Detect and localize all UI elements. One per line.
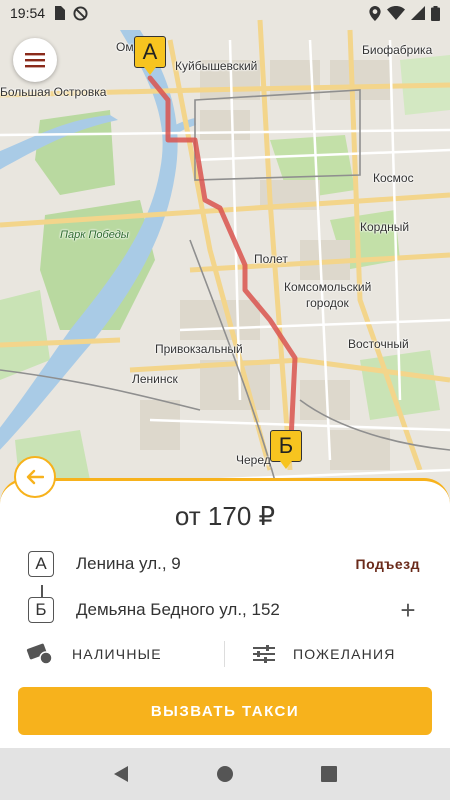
sliders-icon [253, 645, 275, 663]
map-label-chered: Черед [236, 453, 271, 467]
payment-label: НАЛИЧНЫЕ [72, 646, 162, 662]
location-icon [369, 5, 381, 21]
map-label-gorodok: городок [306, 296, 349, 310]
wishes-option[interactable]: ПОЖЕЛАНИЯ [253, 639, 396, 669]
back-button[interactable] [14, 456, 56, 498]
sim-card-icon [55, 6, 66, 20]
wifi-icon [387, 6, 405, 20]
map-label-polet: Полет [254, 252, 288, 266]
map-canvas[interactable] [0, 0, 450, 500]
pickup-row[interactable]: A Ленина ул., 9 Подъезд [28, 549, 420, 579]
no-disturb-icon [73, 5, 88, 21]
signal-icon [411, 6, 425, 20]
cash-icon [26, 643, 53, 665]
map-label-komsomolsky: Комсомольский [284, 280, 372, 294]
add-stop-button[interactable]: + [396, 595, 420, 626]
map-label-park-pobedy: Парк Победы [60, 229, 129, 241]
entrance-button[interactable]: Подъезд [356, 556, 420, 572]
map-label-omsk: Ом [116, 40, 134, 54]
arrow-left-icon [26, 469, 44, 485]
status-bar: 19:54 [0, 0, 450, 26]
map-label-kosmos: Космос [373, 171, 414, 185]
point-b-badge: Б [28, 597, 54, 623]
map-label-leninsk: Ленинск [132, 372, 178, 386]
map-label-bolshaya-ostrovka: Большая Островка [0, 85, 107, 99]
menu-button[interactable] [13, 38, 57, 82]
pickup-address[interactable]: Ленина ул., 9 [76, 554, 356, 574]
point-a-badge: A [28, 551, 54, 577]
map-label-vostochny: Восточный [348, 337, 409, 351]
map-label-biofabrika: Биофабрика [362, 43, 433, 57]
route-marker-b[interactable]: Б [270, 430, 302, 469]
status-time: 19:54 [10, 5, 46, 21]
payment-option[interactable]: НАЛИЧНЫЕ [26, 639, 162, 669]
order-sheet: от 170 ₽ A Ленина ул., 9 Подъезд Б Демья… [0, 478, 450, 748]
home-circle-icon[interactable] [216, 765, 234, 783]
map-label-kordny: Кордный [360, 220, 410, 234]
destination-row[interactable]: Б Демьяна Бедного ул., 152 + [28, 595, 420, 625]
call-taxi-button[interactable]: ВЫЗВАТЬ ТАКСИ [18, 687, 432, 735]
map-label-privokzalny: Привокзальный [155, 342, 243, 356]
destination-address[interactable]: Демьяна Бедного ул., 152 [76, 600, 396, 620]
route-marker-a[interactable]: A [134, 36, 166, 75]
hamburger-icon [25, 53, 45, 68]
system-nav-bar [0, 748, 450, 800]
map-view[interactable]: Ом Куйбышевский Биофабрика Большая Остро… [0, 0, 450, 500]
price-label: от 170 ₽ [174, 501, 276, 531]
wishes-label: ПОЖЕЛАНИЯ [293, 646, 396, 662]
recents-square-icon[interactable] [320, 766, 337, 782]
back-triangle-icon[interactable] [113, 765, 129, 783]
options-divider [224, 641, 225, 667]
map-label-kuibyshevsky: Куйбышевский [175, 59, 258, 73]
battery-icon [431, 5, 440, 21]
